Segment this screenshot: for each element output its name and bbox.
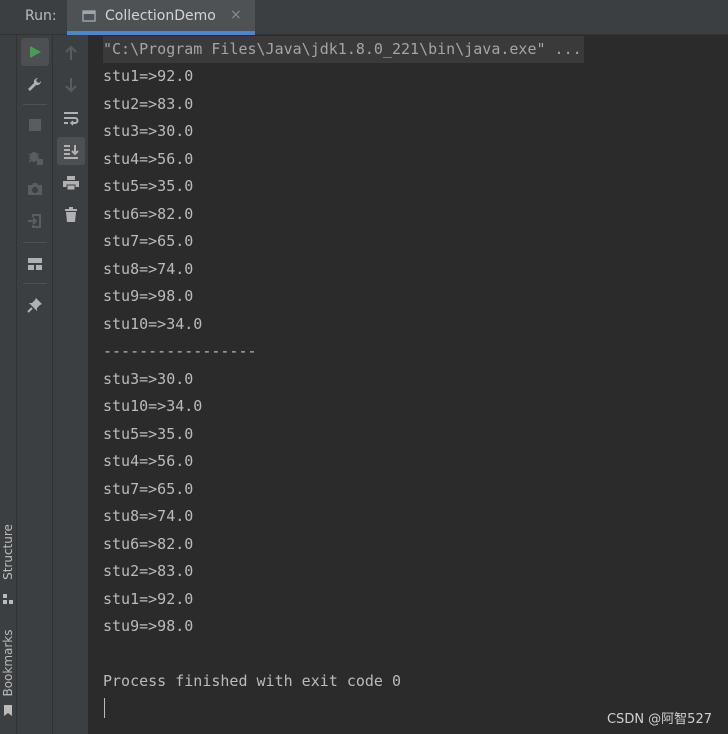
tab-title: CollectionDemo (105, 8, 216, 24)
stop-button[interactable] (21, 111, 49, 139)
console-tab-icon (82, 10, 96, 22)
console-line: stu6=>82.0 (103, 534, 194, 553)
run-icon (30, 46, 41, 58)
debug-button[interactable] (21, 143, 49, 171)
structure-tab-label: Structure (1, 524, 15, 580)
scroll-to-end-button[interactable] (57, 137, 85, 165)
arrow-up-icon (65, 45, 77, 60)
wrench-icon (28, 77, 42, 91)
console-line: Process finished with exit code 0 (103, 672, 402, 690)
exit-button[interactable] (21, 207, 49, 235)
run-label: Run: (25, 8, 57, 24)
pin-tab-button[interactable] (21, 291, 49, 319)
close-icon[interactable]: × (230, 7, 242, 23)
console-line: stu9=>98.0 (103, 617, 194, 635)
layout-settings-button[interactable] (21, 250, 49, 278)
stop-icon (29, 119, 41, 131)
console-line: stu1=>92.0 (103, 589, 194, 608)
debug-bug-icon (28, 152, 43, 165)
bookmarks-side-tab[interactable]: Bookmarks (0, 620, 17, 720)
run-actions-toolbar (17, 35, 53, 734)
trash-icon (65, 207, 77, 222)
toolbar-separator (23, 242, 47, 243)
console-line: stu8=>74.0 (103, 259, 194, 278)
watermark: CSDN @阿智527 (606, 712, 712, 727)
structure-side-tab[interactable]: Structure (0, 515, 17, 605)
camera-icon (28, 183, 42, 195)
console-line: stu4=>56.0 (103, 149, 194, 168)
toolbar-separator (23, 104, 47, 105)
print-button[interactable] (57, 169, 85, 197)
print-icon (63, 176, 79, 191)
console-output[interactable]: "C:\Program Files\Java\jdk1.8.0_221\bin\… (89, 35, 728, 734)
console-line: stu8=>74.0 (103, 507, 194, 525)
rerun-button[interactable] (21, 38, 49, 66)
console-line: stu2=>83.0 (103, 94, 194, 113)
scroll-to-end-icon (64, 145, 79, 159)
toolbar-separator (23, 283, 47, 284)
console-line: stu10=>34.0 (103, 314, 203, 333)
clear-all-button[interactable] (57, 201, 85, 229)
pin-icon (27, 298, 42, 313)
console-line: stu3=>30.0 (103, 369, 194, 388)
soft-wrap-icon (64, 112, 79, 126)
console-line: stu6=>82.0 (103, 204, 194, 223)
console-actions-toolbar (53, 35, 89, 734)
next-occurrence-button[interactable] (57, 71, 85, 99)
soft-wrap-button[interactable] (57, 104, 85, 132)
run-toolwindow-header: Run: CollectionDemo × (0, 0, 728, 35)
console-line: stu5=>35.0 (103, 177, 194, 195)
console-line: stu2=>83.0 (103, 562, 194, 580)
console-line: stu1=>92.0 (103, 67, 194, 85)
command-line: "C:\Program Files\Java\jdk1.8.0_221\bin\… (103, 36, 584, 63)
exit-icon (28, 214, 41, 228)
arrow-down-icon (65, 78, 77, 93)
bookmark-icon (4, 705, 12, 716)
console-line: stu10=>34.0 (103, 397, 203, 415)
console-line: stu5=>35.0 (103, 424, 194, 443)
console-line: stu3=>30.0 (103, 122, 194, 140)
console-line: ----------------- (103, 342, 257, 360)
layout-icon (28, 258, 42, 270)
console-line: stu9=>98.0 (103, 287, 194, 305)
console-line: stu7=>65.0 (103, 479, 194, 498)
dump-threads-button[interactable] (21, 175, 49, 203)
bookmarks-tab-label: Bookmarks (1, 629, 15, 697)
modify-config-button[interactable] (21, 71, 49, 99)
text-caret (104, 698, 105, 718)
tab-collectiondemo[interactable]: CollectionDemo × (67, 0, 255, 35)
structure-icon (3, 594, 13, 604)
previous-occurrence-button[interactable] (57, 39, 85, 67)
left-tool-strip: Structure Bookmarks (0, 35, 17, 734)
console-line: stu4=>56.0 (103, 452, 194, 470)
console-line: stu7=>65.0 (103, 232, 194, 250)
